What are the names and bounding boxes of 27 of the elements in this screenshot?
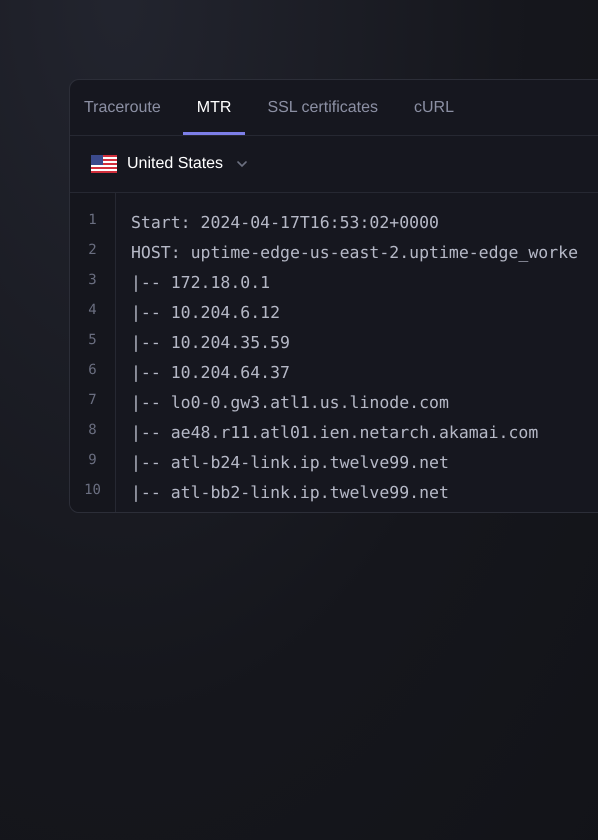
code-line: HOST: uptime-edge-us-east-2.uptime-edge_worke xyxy=(131,243,578,262)
line-number: 2 xyxy=(87,241,98,260)
line-number: 7 xyxy=(87,391,98,410)
code-line: |-- 172.18.0.1 xyxy=(131,273,270,292)
line-number: 3 xyxy=(87,271,98,290)
line-number: 9 xyxy=(87,451,98,470)
line-number: 8 xyxy=(87,421,98,440)
code-line: |-- lo0-0.gw3.atl1.us.linode.com xyxy=(131,393,449,412)
tab[interactable]: MTR xyxy=(182,80,246,135)
tab[interactable]: SSL certificates xyxy=(267,80,378,135)
code-line: |-- 10.204.6.12 xyxy=(131,303,280,322)
code-line: |-- 10.204.35.59 xyxy=(131,333,290,352)
tab[interactable]: Traceroute xyxy=(84,80,161,135)
line-number: 10 xyxy=(83,481,102,500)
line-number: 5 xyxy=(87,331,98,350)
line-number: 6 xyxy=(87,361,98,380)
chevron-down-icon xyxy=(236,160,248,168)
flag-icon xyxy=(91,155,117,173)
code-line: |-- ae48.r11.atl01.ien.netarch.akamai.com xyxy=(131,423,538,442)
country-dropdown[interactable]: United States xyxy=(91,155,248,173)
line-number: 4 xyxy=(87,301,98,320)
line-number: 1 xyxy=(87,211,98,230)
tab[interactable]: cURL xyxy=(414,80,454,135)
code-line: |-- atl-bb2-link.ip.twelve99.net xyxy=(131,483,449,502)
code-line: Start: 2024-04-17T16:53:02+0000 xyxy=(131,213,439,232)
code-line: |-- 10.204.64.37 xyxy=(131,363,290,382)
code-line: |-- atl-b24-link.ip.twelve99.net xyxy=(131,453,449,472)
